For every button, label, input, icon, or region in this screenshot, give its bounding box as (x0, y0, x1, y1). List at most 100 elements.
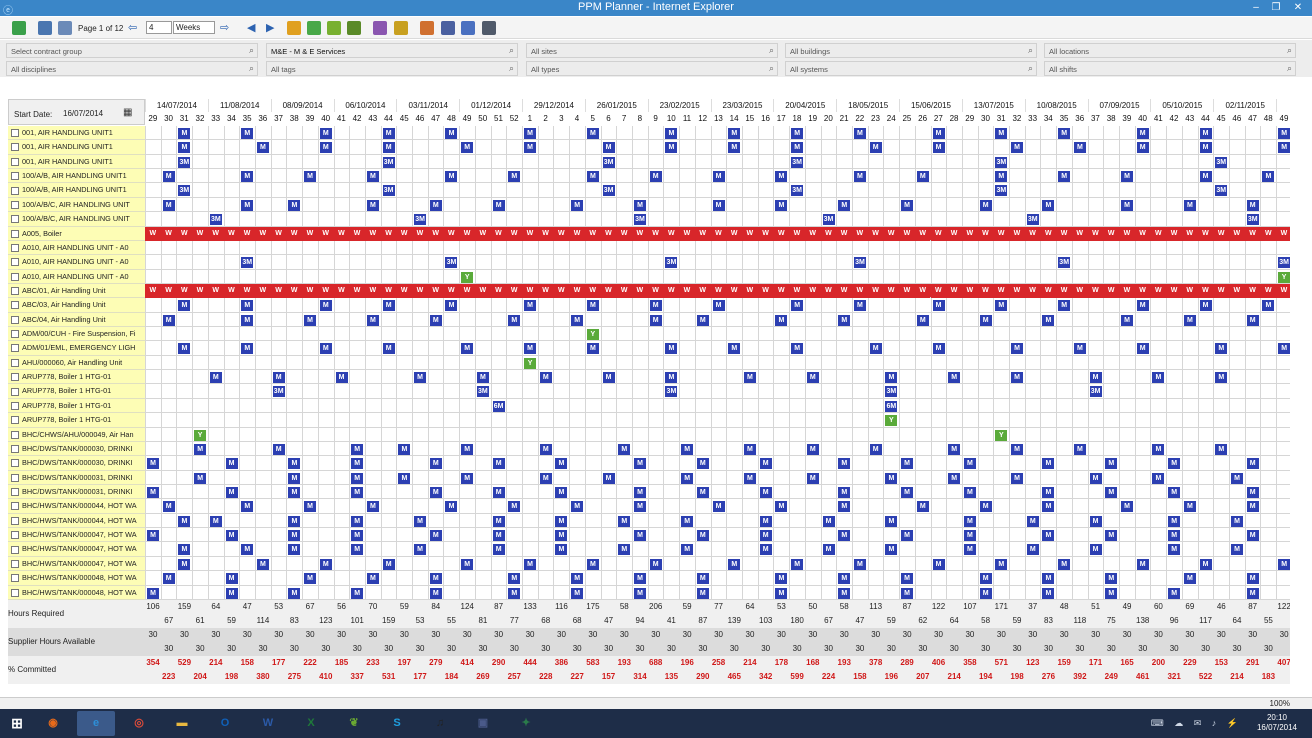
grid-cell[interactable] (663, 499, 679, 514)
grid-cell[interactable] (757, 169, 774, 184)
task-marker[interactable]: M (1026, 515, 1039, 527)
grid-cell[interactable] (1197, 355, 1214, 371)
grid-cell[interactable] (207, 427, 224, 442)
grid-cell[interactable] (741, 126, 758, 141)
grid-icon[interactable] (482, 21, 496, 35)
grid-cell[interactable] (396, 255, 412, 270)
grid-cell[interactable] (1040, 327, 1056, 342)
grid-cell[interactable] (223, 542, 240, 557)
grid-cell[interactable] (474, 585, 491, 600)
task-marker[interactable]: M (1168, 587, 1181, 599)
task-marker[interactable]: M (288, 472, 301, 484)
grid-cell[interactable] (1024, 528, 1041, 543)
grid-cell[interactable] (1009, 154, 1025, 170)
grid-cell[interactable] (961, 255, 978, 270)
task-marker-weekly[interactable]: W (192, 283, 208, 299)
task-marker[interactable]: M (571, 587, 584, 599)
grid-cell[interactable] (584, 312, 601, 328)
grid-cell[interactable] (694, 542, 711, 557)
grid-cell[interactable] (160, 183, 177, 198)
grid-cell[interactable] (1276, 169, 1290, 184)
grid-cell[interactable] (663, 169, 679, 184)
grid-cell[interactable] (820, 255, 837, 270)
grid-cell[interactable] (223, 441, 240, 457)
grid-cell[interactable] (600, 312, 617, 328)
grid-cell[interactable] (804, 413, 821, 428)
grid-cell[interactable] (1009, 240, 1025, 256)
grid-cell[interactable] (1103, 298, 1119, 313)
grid-cell[interactable] (977, 298, 994, 313)
grid-cell[interactable] (961, 499, 978, 514)
grid-cell[interactable] (270, 183, 287, 198)
grid-cell[interactable] (302, 183, 318, 198)
grid-cell[interactable] (899, 269, 915, 284)
grid-cell[interactable] (741, 528, 758, 543)
task-marker[interactable]: M (335, 372, 348, 384)
grid-cell[interactable] (459, 355, 475, 371)
grid-cell[interactable] (1056, 413, 1072, 428)
grid-cell[interactable] (302, 441, 318, 457)
grid-cell[interactable] (584, 255, 601, 270)
task-marker[interactable]: M (885, 372, 898, 384)
task-marker-weekly[interactable]: W (679, 226, 695, 241)
grid-cell[interactable] (1228, 126, 1245, 141)
task-marker[interactable]: 3M (791, 185, 804, 197)
task-marker-weekly[interactable]: W (741, 226, 758, 241)
grid-cell[interactable] (286, 355, 302, 371)
grid-cell[interactable] (1197, 427, 1214, 442)
grid-cell[interactable] (1119, 427, 1135, 442)
grid-cell[interactable] (679, 197, 695, 213)
grid-cell[interactable] (820, 370, 837, 385)
grid-cell[interactable] (1024, 556, 1041, 572)
grid-cell[interactable] (679, 240, 695, 256)
grid-cell[interactable] (506, 212, 522, 227)
row-checkbox[interactable] (11, 473, 19, 482)
task-marker-weekly[interactable]: W (443, 283, 460, 299)
asset-row[interactable]: A010, AIR HANDLING UNIT - A0 (8, 240, 1290, 256)
grid-cell[interactable] (679, 312, 695, 328)
grid-cell[interactable] (694, 154, 711, 170)
grid-cell[interactable] (616, 212, 632, 227)
grid-cell[interactable] (1009, 169, 1025, 184)
grid-cell[interactable] (364, 370, 381, 385)
grid-cell[interactable] (741, 197, 758, 213)
grid-cell[interactable] (663, 470, 679, 485)
grid-cell[interactable] (914, 398, 931, 414)
grid-cell[interactable] (207, 355, 224, 371)
grid-cell[interactable] (914, 197, 931, 213)
grid-cell[interactable] (443, 528, 459, 543)
task-marker[interactable]: M (696, 314, 709, 326)
grid-cell[interactable] (239, 370, 255, 385)
task-marker[interactable]: M (492, 458, 505, 470)
grid-cell[interactable] (1009, 327, 1025, 342)
grid-cell[interactable] (506, 441, 522, 457)
task-marker[interactable]: M (1058, 558, 1071, 570)
grid-cell[interactable] (851, 197, 868, 213)
task-marker-weekly[interactable]: W (741, 283, 758, 299)
taskbar-app-remote[interactable]: ▣ (464, 711, 502, 736)
grid-cell[interactable] (349, 413, 365, 428)
clock[interactable]: 20:10 16/07/2014 (1252, 713, 1302, 733)
asset-row[interactable]: A010, AIR HANDLING UNIT - A0 Y Y (8, 269, 1290, 284)
grid-cell[interactable] (804, 212, 821, 227)
grid-cell[interactable] (977, 470, 994, 485)
grid-cell[interactable] (851, 513, 868, 529)
grid-cell[interactable] (1071, 413, 1088, 428)
grid-cell[interactable] (600, 413, 617, 428)
grid-cell[interactable] (396, 413, 412, 428)
task-marker-weekly[interactable]: W (647, 226, 664, 241)
grid-cell[interactable] (1103, 427, 1119, 442)
grid-cell[interactable] (836, 398, 852, 414)
row-checkbox[interactable] (11, 200, 19, 209)
grid-cell[interactable] (223, 370, 240, 385)
grid-cell[interactable] (883, 556, 899, 572)
grid-cell[interactable] (1040, 255, 1056, 270)
grid-cell[interactable] (867, 456, 884, 471)
grid-cell[interactable] (977, 183, 994, 198)
grid-cell[interactable] (694, 355, 711, 371)
grid-cell[interactable] (977, 485, 994, 500)
grid-cell[interactable] (1166, 499, 1182, 514)
grid-cell[interactable] (946, 571, 962, 586)
grid-cell[interactable] (192, 485, 208, 500)
grid-cell[interactable] (364, 585, 381, 600)
